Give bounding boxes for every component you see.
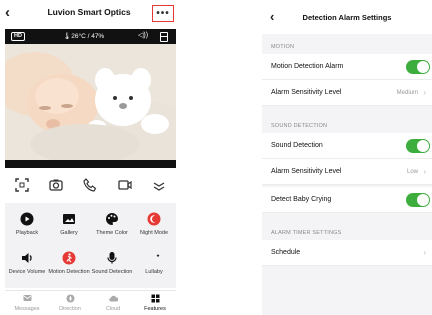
palette-icon [106,213,118,225]
feature-label: Lullaby [145,269,163,275]
volume-icon [22,253,32,263]
sound-icon [107,252,117,264]
features-grid-icon [151,294,159,303]
chevron-right-icon: › [423,167,426,176]
play-icon [20,212,34,226]
camera-snapshot-icon[interactable] [48,177,64,193]
page-title: Luvion Smart Optics [47,7,131,17]
storage-icon[interactable] [160,32,168,42]
sound-sensitivity-value: Low [406,169,418,175]
feature-gallery[interactable]: Gallery [48,212,90,237]
fullscreen-icon[interactable] [14,177,30,193]
bottom-tab-bar: Messages Direction Cloud Features [5,290,176,315]
sound-detection-row[interactable]: Sound Detection [262,133,432,159]
feature-label: Night Mode [139,230,169,236]
talk-phone-icon[interactable] [82,177,98,193]
camera-header: ‹ Luvion Smart Optics ••• [2,5,176,23]
tab-direction[interactable]: Direction [50,294,90,312]
live-video-feed[interactable] [5,44,176,160]
section-motion-label: MOTION [271,44,295,50]
section-timer-label: ALARM TIMER SETTINGS [271,230,342,236]
row-label: Sound Detection [271,142,323,149]
tab-label: Features [144,306,166,312]
collapse-chevron-icon[interactable] [151,177,167,193]
detect-baby-crying-toggle[interactable] [406,193,430,207]
chevron-right-icon: › [423,88,426,97]
feature-lullaby[interactable]: Lullaby [133,251,175,276]
motion-detection-alarm-toggle[interactable] [406,60,430,74]
direction-icon [66,294,74,303]
row-label: Alarm Sensitivity Level [271,89,342,96]
motion-detection-alarm-row[interactable]: Motion Detection Alarm [262,54,432,80]
detection-alarm-settings-screen: ‹ Detection Alarm Settings MOTION Motion… [262,0,432,315]
sound-sensitivity-row[interactable]: Alarm Sensitivity Level Low › [262,159,432,185]
messages-icon [23,295,31,301]
temp-humidity-value: 26°C / 47% [71,33,105,40]
speaker-icon[interactable]: ◁)) [138,31,148,39]
motion-sensitivity-value: Medium [396,90,418,96]
tab-cloud[interactable]: Cloud [93,294,133,312]
temperature-humidity: 🌡26°C / 47% [63,32,104,40]
sound-detection-toggle[interactable] [406,139,430,153]
feature-label: Motion Detection [48,269,90,275]
camera-status-bar: HD 🌡26°C / 47% ◁)) [5,29,176,44]
feature-night-mode[interactable]: Night Mode [133,212,175,237]
detect-baby-crying-row[interactable]: Detect Baby Crying [262,187,432,213]
video-bottom-bar [5,160,176,168]
feature-sound-detection[interactable]: Sound Detection [91,251,133,276]
feature-label: Sound Detection [91,269,133,275]
feature-device-volume[interactable]: Device Volume [6,251,48,276]
motion-icon [62,251,76,265]
features-grid: Playback Gallery Theme Color Night Mode … [5,203,176,288]
section-sound-label: SOUND DETECTION [271,123,328,129]
night-mode-icon [147,212,161,226]
feature-label: Gallery [60,230,78,236]
video-controls [5,174,176,196]
record-video-icon[interactable] [117,177,133,193]
feature-label: Theme Color [96,230,128,236]
feature-label: Playback [15,230,39,236]
tab-label: Direction [59,306,81,312]
row-label: Motion Detection Alarm [271,63,344,70]
chevron-right-icon: › [423,248,426,257]
row-label: Detect Baby Crying [271,196,332,203]
feature-playback[interactable]: Playback [6,212,48,237]
gallery-icon [63,214,75,224]
row-label: Schedule [271,249,301,256]
tab-label: Cloud [105,306,121,312]
hd-quality-button[interactable]: HD [11,32,25,41]
lullaby-icon [150,252,160,264]
settings-header: ‹ Detection Alarm Settings [262,0,432,34]
cloud-icon [108,295,118,302]
motion-sensitivity-row[interactable]: Alarm Sensitivity Level Medium › [262,80,432,106]
feature-theme-color[interactable]: Theme Color [91,212,133,237]
schedule-row[interactable]: Schedule › [262,240,432,266]
row-label: Alarm Sensitivity Level [271,168,342,175]
tab-features[interactable]: Features [135,294,175,312]
tab-label: Messages [14,306,40,312]
baby-sleeping-image [5,44,176,160]
feature-label: Device Volume [8,269,46,275]
feature-motion-detection[interactable]: Motion Detection [48,251,90,276]
tab-messages[interactable]: Messages [7,294,47,312]
more-options-button[interactable]: ••• [152,5,174,22]
page-title: Detection Alarm Settings [302,13,392,22]
camera-screen: ‹ Luvion Smart Optics ••• HD 🌡26°C / 47%… [2,0,176,315]
